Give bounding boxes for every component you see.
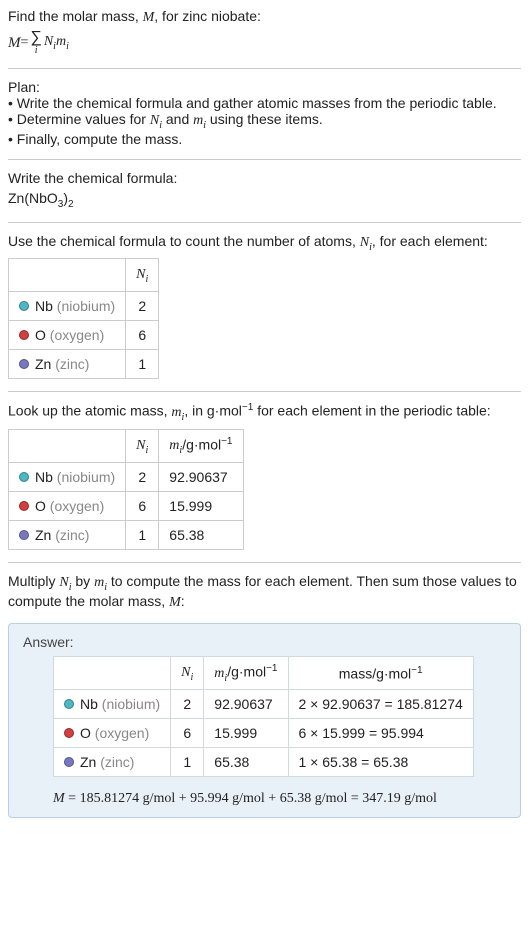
divider xyxy=(8,562,521,563)
table-header-empty xyxy=(54,656,171,689)
table-row: Ni xyxy=(9,259,159,292)
table-row: Zn (zinc) 1 xyxy=(9,350,159,379)
table-header-m: mi/g·mol−1 xyxy=(159,429,243,462)
final-formula: M = 185.81274 g/mol + 95.994 g/mol + 65.… xyxy=(53,791,506,807)
table-header-empty xyxy=(9,259,126,292)
table-header-mass: mass/g·mol−1 xyxy=(288,656,473,689)
table-row: Ni mi/g·mol−1 mass/g·mol−1 xyxy=(54,656,474,689)
element-dot-icon xyxy=(64,699,74,709)
divider xyxy=(8,159,521,160)
step2-table: Ni Nb (niobium) 2 O (oxygen) 6 Zn (zinc)… xyxy=(8,258,159,379)
element-cell: Nb (niobium) xyxy=(9,292,126,321)
n-cell: 1 xyxy=(126,350,159,379)
plan-title: Plan: xyxy=(8,79,521,95)
step4-section: Multiply Ni by mi to compute the mass fo… xyxy=(8,573,521,611)
element-dot-icon xyxy=(19,301,29,311)
header-line1: Find the molar mass, M, for zinc niobate… xyxy=(8,8,521,26)
table-row: Nb (niobium) 2 92.90637 2 × 92.90637 = 1… xyxy=(54,690,474,719)
n-cell: 6 xyxy=(126,321,159,350)
n-cell: 6 xyxy=(126,492,159,521)
table-header-empty xyxy=(9,429,126,462)
header-formula: M = ∑ i Nimi xyxy=(8,30,521,56)
element-dot-icon xyxy=(19,530,29,540)
element-cell: Nb (niobium) xyxy=(54,690,171,719)
element-cell: Nb (niobium) xyxy=(9,463,126,492)
answer-box: Answer: Ni mi/g·mol−1 mass/g·mol−1 Nb (n… xyxy=(8,623,521,818)
table-row: Nb (niobium) 2 92.90637 xyxy=(9,463,244,492)
step3-title: Look up the atomic mass, mi, in g·mol−1 … xyxy=(8,402,521,422)
step3-table: Ni mi/g·mol−1 Nb (niobium) 2 92.90637 O … xyxy=(8,429,244,550)
step3-section: Look up the atomic mass, mi, in g·mol−1 … xyxy=(8,402,521,550)
sigma-icon: ∑ i xyxy=(30,30,41,56)
answer-label: Answer: xyxy=(23,634,506,650)
table-header-n: Ni xyxy=(171,656,204,689)
element-cell: Zn (zinc) xyxy=(9,350,126,379)
n-cell: 1 xyxy=(126,521,159,550)
mass-cell: 6 × 15.999 = 95.994 xyxy=(288,719,473,748)
m-cell: 92.90637 xyxy=(159,463,243,492)
table-header-n: Ni xyxy=(126,259,159,292)
step1-section: Write the chemical formula: Zn(NbO3)2 xyxy=(8,170,521,210)
table-row: O (oxygen) 6 15.999 xyxy=(9,492,244,521)
element-dot-icon xyxy=(19,501,29,511)
step1-formula: Zn(NbO3)2 xyxy=(8,190,521,210)
m-cell: 92.90637 xyxy=(204,690,288,719)
table-row: O (oxygen) 6 15.999 6 × 15.999 = 95.994 xyxy=(54,719,474,748)
table-header-n: Ni xyxy=(126,429,159,462)
step2-title: Use the chemical formula to count the nu… xyxy=(8,233,521,253)
element-cell: Zn (zinc) xyxy=(9,521,126,550)
m-cell: 15.999 xyxy=(204,719,288,748)
table-row: Zn (zinc) 1 65.38 1 × 65.38 = 65.38 xyxy=(54,748,474,777)
m-cell: 65.38 xyxy=(159,521,243,550)
element-cell: O (oxygen) xyxy=(9,321,126,350)
table-row: Zn (zinc) 1 65.38 xyxy=(9,521,244,550)
table-row: Nb (niobium) 2 xyxy=(9,292,159,321)
plan-bullet1: • Write the chemical formula and gather … xyxy=(8,95,521,111)
n-cell: 2 xyxy=(171,690,204,719)
step2-section: Use the chemical formula to count the nu… xyxy=(8,233,521,380)
element-cell: O (oxygen) xyxy=(54,719,171,748)
table-row: O (oxygen) 6 xyxy=(9,321,159,350)
element-dot-icon xyxy=(19,330,29,340)
plan-bullet2: • Determine values for Ni and mi using t… xyxy=(8,111,521,131)
n-cell: 2 xyxy=(126,463,159,492)
divider xyxy=(8,68,521,69)
element-dot-icon xyxy=(64,757,74,767)
m-cell: 15.999 xyxy=(159,492,243,521)
element-dot-icon xyxy=(64,728,74,738)
m-cell: 65.38 xyxy=(204,748,288,777)
divider xyxy=(8,391,521,392)
n-cell: 1 xyxy=(171,748,204,777)
divider xyxy=(8,222,521,223)
element-cell: O (oxygen) xyxy=(9,492,126,521)
table-row: Ni mi/g·mol−1 xyxy=(9,429,244,462)
mass-cell: 2 × 92.90637 = 185.81274 xyxy=(288,690,473,719)
step4-title: Multiply Ni by mi to compute the mass fo… xyxy=(8,573,521,611)
n-cell: 2 xyxy=(126,292,159,321)
step1-title: Write the chemical formula: xyxy=(8,170,521,186)
n-cell: 6 xyxy=(171,719,204,748)
plan-section: Plan: • Write the chemical formula and g… xyxy=(8,79,521,147)
element-dot-icon xyxy=(19,472,29,482)
table-header-m: mi/g·mol−1 xyxy=(204,656,288,689)
answer-table: Ni mi/g·mol−1 mass/g·mol−1 Nb (niobium) … xyxy=(53,656,474,777)
header-section: Find the molar mass, M, for zinc niobate… xyxy=(8,8,521,56)
element-dot-icon xyxy=(19,359,29,369)
element-cell: Zn (zinc) xyxy=(54,748,171,777)
mass-cell: 1 × 65.38 = 65.38 xyxy=(288,748,473,777)
plan-bullet3: • Finally, compute the mass. xyxy=(8,131,521,147)
